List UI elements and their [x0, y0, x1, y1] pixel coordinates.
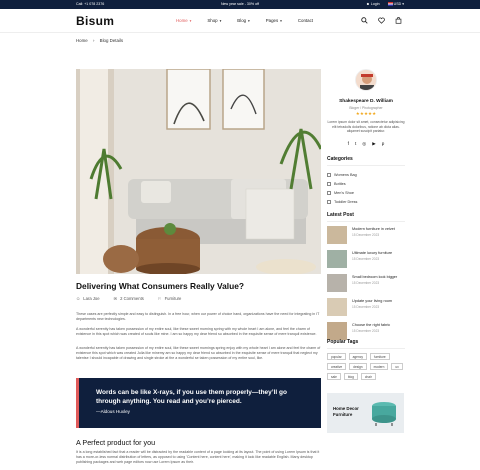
social-links: f t ◎ ▶ p — [327, 141, 405, 147]
recent-post-thumbnail — [327, 274, 347, 292]
category-item[interactable]: Men's Shoe — [327, 188, 405, 197]
author-role: Bloger / Photographer — [349, 106, 383, 110]
instagram-icon[interactable]: ◎ — [362, 141, 366, 147]
divider — [327, 221, 405, 222]
site-logo[interactable]: Bisum — [76, 14, 114, 28]
recent-post-thumbnail — [327, 250, 347, 268]
tag[interactable]: creative — [327, 363, 347, 370]
main-nav: Home ▾ Shop ▾ Blog ▾ Pages ▾ Contact — [176, 18, 313, 23]
recent-post-thumbnail — [327, 298, 347, 316]
heart-icon[interactable] — [378, 17, 385, 24]
recent-post[interactable]: Update your living room 15 December 2023 — [327, 298, 405, 319]
tags-title: Popular Tags — [327, 339, 359, 345]
post-comments[interactable]: ✉ 2 Comments — [114, 296, 144, 301]
latest-posts-title: Latest Post — [327, 212, 354, 218]
author-bio: Lorem ipsum dolor sit amet, consectetur … — [327, 120, 405, 134]
post-subheading: A Perfect product for you — [76, 438, 156, 447]
promo-text: New year sale - 30% off — [220, 2, 260, 6]
tags-widget: Popular Tags popular agency furniture cr… — [327, 339, 405, 380]
tag[interactable]: blog — [343, 373, 358, 380]
breadcrumb-home[interactable]: Home — [76, 38, 88, 43]
category-item[interactable]: Bottles — [327, 179, 405, 188]
comment-icon: ✉ — [113, 296, 118, 301]
tag[interactable]: chair — [360, 373, 376, 380]
nav-pages[interactable]: Pages ▾ — [266, 18, 282, 23]
nav-shop[interactable]: Shop ▾ — [207, 18, 221, 23]
flag-icon — [387, 2, 393, 6]
search-icon[interactable] — [361, 17, 368, 24]
recent-post-thumbnail — [327, 322, 347, 340]
site-header: Bisum Home ▾ Shop ▾ Blog ▾ Pages ▾ Conta… — [0, 9, 480, 33]
nav-blog[interactable]: Blog ▾ — [237, 18, 249, 23]
tag[interactable]: furniture — [369, 353, 390, 360]
chevron-down-icon: ▾ — [279, 19, 282, 23]
author-rating: ★★★★★ — [355, 111, 377, 116]
chevron-down-icon: ▾ — [188, 19, 192, 23]
youtube-icon[interactable]: ▶ — [372, 141, 376, 147]
quote-text: Words can be like X-rays, if you use the… — [96, 389, 287, 405]
tag[interactable]: popular — [327, 353, 346, 360]
latest-posts-widget: Latest Post Modern furniture in velvet 15… — [327, 212, 405, 346]
nav-home[interactable]: Home ▾ — [176, 18, 191, 23]
blockquote: Words can be like X-rays, if you use the… — [76, 378, 321, 428]
checkbox[interactable] — [327, 181, 331, 186]
twitter-icon[interactable]: t — [355, 141, 356, 147]
post-meta: ☺ Lara Joe ✉ 2 Comments ⚐ Furniture — [76, 296, 181, 301]
user-icon: ☻ — [366, 2, 370, 6]
post-category[interactable]: ⚐ Furniture — [158, 296, 182, 301]
tag[interactable]: sale — [327, 373, 341, 380]
chevron-down-icon: ▾ — [247, 19, 250, 23]
facebook-icon[interactable]: f — [348, 141, 349, 147]
author-name: Shakespeare D. William — [339, 99, 393, 104]
category-item[interactable]: Toddler Dress — [327, 197, 405, 206]
calendar-icon-date: 15 December 2023 — [352, 233, 380, 237]
recent-post-thumbnail — [327, 226, 347, 244]
breadcrumb: Home › Blog Details — [76, 38, 127, 43]
breadcrumb-current: Blog Details — [99, 38, 124, 43]
author-avatar — [355, 69, 377, 91]
nav-contact[interactable]: Contact — [298, 18, 313, 23]
recent-post[interactable]: Modern furniture in velvet 15 December 20… — [327, 226, 405, 247]
post-paragraph: A wonderful serenity has taken possessio… — [76, 327, 317, 337]
top-bar: Call: +1 078 2376 New year sale - 30% of… — [0, 0, 480, 9]
pinterest-icon[interactable]: p — [382, 141, 385, 147]
categories-title: Categories — [327, 156, 353, 162]
post-title: Delivering What Consumers Really Value? — [76, 281, 245, 291]
checkbox[interactable] — [327, 190, 331, 195]
login-link[interactable]: ☻ Login — [366, 2, 380, 6]
ottoman-image — [372, 402, 396, 426]
recent-post[interactable]: Small bedroom look bigger 15 December 202… — [327, 274, 405, 295]
tag[interactable]: ux — [391, 363, 403, 370]
cart-icon[interactable] — [395, 17, 402, 24]
post-paragraph: A wonderful serenity has taken possessio… — [76, 346, 321, 361]
post-author[interactable]: ☺ Lara Joe — [76, 296, 100, 301]
chevron-down-icon: ▾ — [402, 2, 404, 6]
divider — [327, 348, 405, 349]
tag[interactable]: design — [349, 363, 367, 370]
category-item[interactable]: Womens Bag — [327, 170, 405, 179]
tag[interactable]: agency — [348, 353, 367, 360]
post-featured-image — [76, 69, 321, 274]
promo-banner[interactable]: Home Decor Furniture — [327, 393, 404, 433]
quote-author: —Aldous Huxley — [96, 409, 130, 414]
breadcrumb-separator: › — [92, 38, 95, 43]
post-paragraph: It is a long established fact that a rea… — [76, 450, 320, 465]
recent-post[interactable]: Ultimate luxury furniture 15 December 202… — [327, 250, 405, 271]
categories-widget: Categories Womens Bag Bottles Men's Shoe… — [327, 156, 405, 206]
tag[interactable]: modern — [369, 363, 389, 370]
post-paragraph: These cases are perfectly simple and eas… — [76, 312, 320, 322]
user-icon: ☺ — [76, 296, 81, 301]
checkbox[interactable] — [327, 172, 331, 177]
currency-select[interactable]: USD ▾ — [387, 2, 404, 6]
chevron-down-icon: ▾ — [218, 19, 222, 23]
divider — [327, 165, 405, 166]
checkbox[interactable] — [327, 199, 331, 204]
tag-icon: ⚐ — [157, 296, 162, 301]
promo-title: Home Decor Furniture — [333, 406, 359, 417]
